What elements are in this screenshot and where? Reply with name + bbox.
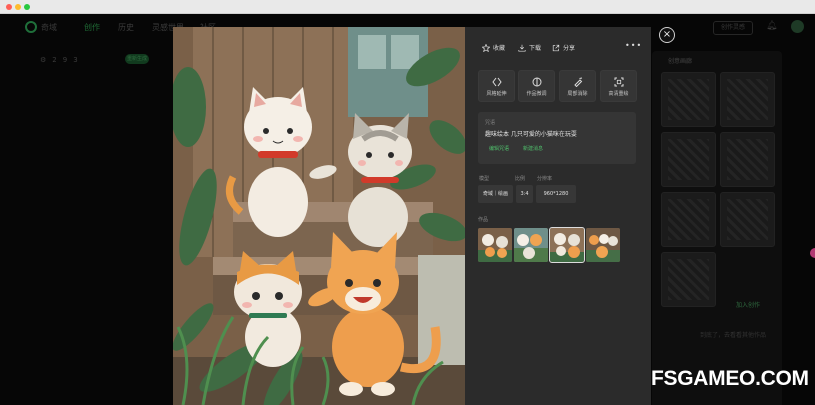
window-titlebar [0,0,815,14]
work-thumbnail-image [514,228,548,262]
ratio-label: 比例 [515,176,526,182]
local-erase-button[interactable]: 局部消除 [559,70,596,102]
fine-tune-button[interactable]: 作品微调 [518,70,555,102]
close-button[interactable]: × [659,27,675,43]
eraser-icon [574,77,583,87]
detail-panel: 收藏 下载 分享 ••• 风格延伸 作品微调 局部消除 高清重绘 咒语 趣味绘本… [465,27,651,405]
work-thumbnail[interactable] [478,228,512,262]
minimize-window-icon[interactable] [15,4,21,10]
ratio-value: 3:4 [516,185,533,203]
tool-label: 作品微调 [526,91,547,97]
param-value: 3 [73,56,78,64]
gallery-thumbnail[interactable] [661,72,716,127]
style-extend-icon [492,77,502,87]
gallery-thumbnail[interactable] [720,72,775,127]
tool-label: 局部消除 [567,91,588,97]
param-value: 2 [52,56,57,64]
style-extend-button[interactable]: 风格延伸 [478,70,515,102]
generation-params: ⚙ 2 9 3 [40,54,78,66]
prompt-card: 咒语 趣味绘本 几只可爱的小猫咪在玩耍 编辑咒语 新建消息 [478,112,636,164]
tool-grid: 风格延伸 作品微调 局部消除 高清重绘 [478,70,638,103]
gallery-thumbnail[interactable] [661,252,716,307]
new-message-link[interactable]: 新建消息 [523,145,543,152]
cats-illustration [173,27,465,405]
maximize-window-icon[interactable] [24,4,30,10]
bell-icon[interactable]: 🔔︎ [766,21,777,31]
download-button[interactable]: 下载 [518,43,541,52]
gallery-footer: 到底了，去看看其他作品 [700,332,767,339]
screen: 奇域 创作 历史 灵感世界 社区 创作灵感 🔔︎ ⚙ 2 9 3 重新生成 创意… [0,0,815,405]
tool-label: 风格延伸 [486,91,507,97]
settings-icon[interactable]: ⚙ [40,56,46,64]
model-value: 奇域｜绘画 [478,185,513,203]
gallery-thumbnail[interactable] [661,132,716,187]
edit-prompt-link[interactable]: 编辑咒语 [489,145,509,152]
nav-history[interactable]: 历史 [118,22,134,33]
share-button[interactable]: 分享 [552,43,575,52]
gallery-thumbnail[interactable] [720,192,775,247]
prompt-heading: 咒语 [485,120,496,126]
avatar[interactable] [791,20,804,33]
action-toolbar: 收藏 下载 分享 ••• [482,41,641,55]
watermark-text: FSGAMEO.COM [651,367,809,390]
gallery-thumbnail[interactable] [720,132,775,187]
star-icon [482,43,490,52]
model-label: 模型 [479,176,490,182]
gallery-title: 创意画廊 [668,58,693,65]
work-thumbnail[interactable] [514,228,548,262]
download-label: 下载 [529,45,542,52]
prompt-text: 趣味绘本 几只可爱的小猫咪在玩耍 [485,131,577,138]
nav-create[interactable]: 创作 [84,22,100,33]
hd-redraw-button[interactable]: 高清重绘 [600,70,637,102]
works-heading: 作品 [478,217,489,223]
work-thumbnail-selected[interactable] [549,227,585,263]
more-options-button[interactable]: ••• [625,41,642,50]
gallery-thumbnail[interactable] [661,192,716,247]
param-value: 9 [62,56,68,64]
tool-label: 高清重绘 [608,91,629,97]
hd-redraw-icon [614,77,624,87]
share-icon [552,44,560,51]
logo-icon [25,21,37,33]
share-label: 分享 [563,45,576,52]
work-thumbnail-image [478,228,512,262]
fine-tune-icon [532,77,542,87]
favorite-button[interactable]: 收藏 [482,43,505,52]
download-icon [518,44,526,52]
resolution-label: 分辨率 [537,176,553,182]
floating-tab[interactable] [810,248,815,258]
favorite-label: 收藏 [493,45,506,52]
artwork-image [173,27,465,405]
work-thumbnail[interactable] [586,228,620,262]
work-thumbnail-image [550,228,584,262]
app-logo-text: 奇域 [41,23,57,32]
resolution-value: 960*1280 [536,185,576,203]
close-window-icon[interactable] [6,4,12,10]
inspiration-button[interactable]: 创作灵感 [713,21,753,35]
work-thumbnail-image [586,228,620,262]
regenerate-button[interactable]: 重新生成 [125,54,149,64]
join-create-button[interactable]: 加入创作 [736,300,760,309]
